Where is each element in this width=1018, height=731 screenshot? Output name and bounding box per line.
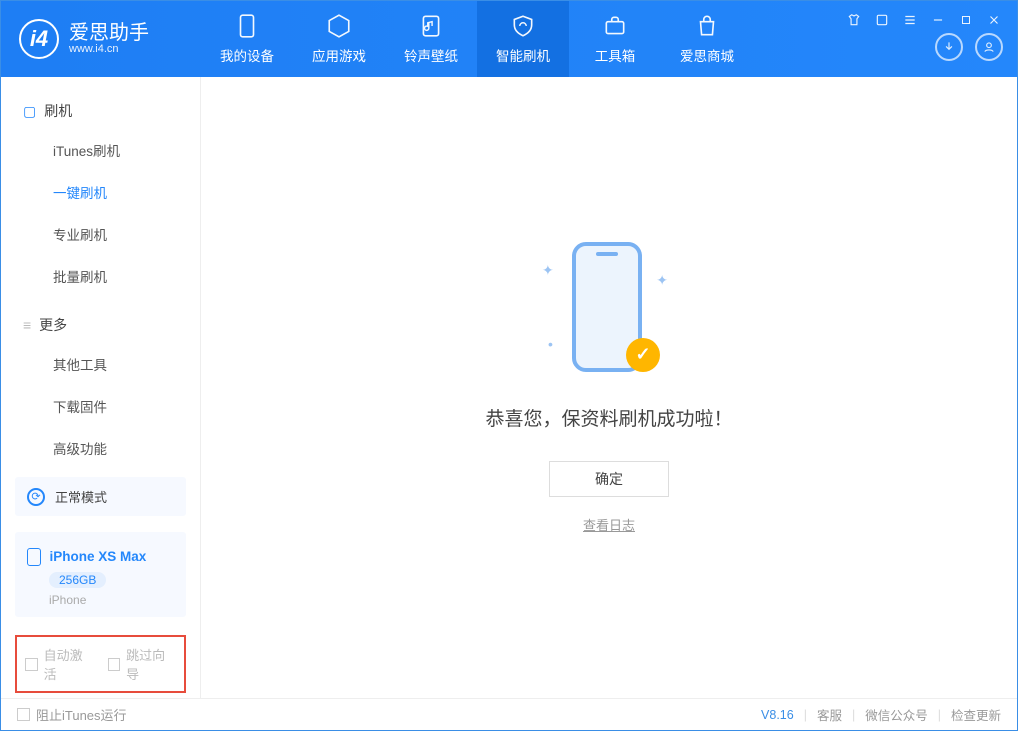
tab-label: 工具箱 (595, 45, 636, 65)
tab-smart-flash[interactable]: 智能刷机 (477, 1, 569, 77)
checkbox-block-itunes[interactable]: 阻止iTunes运行 (17, 705, 127, 724)
footer-link-update[interactable]: 检查更新 (951, 705, 1001, 724)
tab-my-device[interactable]: 我的设备 (201, 1, 293, 77)
sidebar-item-itunes-flash[interactable]: iTunes刷机 (1, 129, 200, 171)
app-logo-icon: i4 (19, 19, 59, 59)
tab-toolbox[interactable]: 工具箱 (569, 1, 661, 77)
success-message: 恭喜您，保资料刷机成功啦！ (485, 404, 732, 431)
close-button[interactable] (985, 11, 1003, 29)
checkbox-icon (108, 658, 121, 671)
minimize-button[interactable] (929, 11, 947, 29)
checkbox-auto-activate[interactable]: 自动激活 (25, 645, 94, 683)
footer-link-wechat[interactable]: 微信公众号 (865, 705, 928, 724)
device-box[interactable]: iPhone XS Max 256GB iPhone (15, 532, 186, 617)
feedback-icon[interactable] (873, 11, 891, 29)
mode-label: 正常模式 (55, 487, 107, 506)
sidebar-item-pro-flash[interactable]: 专业刷机 (1, 213, 200, 255)
sidebar-item-oneclick-flash[interactable]: 一键刷机 (1, 171, 200, 213)
refresh-shield-icon (510, 13, 536, 39)
body: ▢ 刷机 iTunes刷机 一键刷机 专业刷机 批量刷机 ≡ 更多 其他工具 下… (1, 77, 1017, 698)
sparkle-icon: • (548, 336, 553, 352)
tab-store[interactable]: 爱思商城 (661, 1, 753, 77)
tab-label: 铃声壁纸 (404, 45, 458, 65)
options-highlight-box: 自动激活 跳过向导 (15, 635, 186, 693)
device-icon (234, 13, 260, 39)
sidebar-item-batch-flash[interactable]: 批量刷机 (1, 255, 200, 297)
storage-badge: 256GB (49, 572, 106, 588)
logo-area: i4 爱思助手 www.i4.cn (1, 19, 201, 59)
download-button[interactable] (935, 33, 963, 61)
sparkle-icon: ✦ (656, 272, 668, 289)
group-title: 更多 (39, 315, 67, 335)
bag-icon (694, 13, 720, 39)
phone-icon: ▢ (23, 103, 36, 120)
header: i4 爱思助手 www.i4.cn 我的设备 应用游戏 铃声壁纸 智能刷机 工具… (1, 1, 1017, 77)
checkbox-label: 阻止iTunes运行 (36, 705, 127, 724)
menu-icon[interactable] (901, 11, 919, 29)
cube-icon (326, 13, 352, 39)
checkbox-label: 自动激活 (44, 645, 94, 683)
tab-label: 我的设备 (220, 45, 274, 65)
main-content: ✦ ✦ • ✓ 恭喜您，保资料刷机成功啦！ 确定 查看日志 (201, 77, 1017, 698)
sidebar-group-more: ≡ 更多 (1, 307, 200, 343)
version-label: V8.16 (761, 708, 794, 722)
checkbox-icon (25, 658, 38, 671)
device-type: iPhone (49, 593, 174, 607)
confirm-button[interactable]: 确定 (549, 461, 669, 497)
footer: 阻止iTunes运行 V8.16 | 客服 | 微信公众号 | 检查更新 (1, 698, 1017, 730)
success-illustration: ✦ ✦ • ✓ (554, 242, 664, 382)
sidebar-group-flash: ▢ 刷机 (1, 93, 200, 129)
sidebar: ▢ 刷机 iTunes刷机 一键刷机 专业刷机 批量刷机 ≡ 更多 其他工具 下… (1, 77, 201, 698)
checkbox-label: 跳过向导 (126, 645, 176, 683)
toolbox-icon (602, 13, 628, 39)
sync-icon: ⟳ (27, 488, 45, 506)
tab-label: 应用游戏 (312, 45, 366, 65)
sidebar-item-download-firmware[interactable]: 下载固件 (1, 385, 200, 427)
music-file-icon (418, 13, 444, 39)
mode-box: ⟳ 正常模式 (15, 477, 186, 516)
logo-text: 爱思助手 www.i4.cn (69, 23, 149, 55)
window-controls (935, 11, 1003, 61)
group-title: 刷机 (44, 101, 72, 121)
list-icon: ≡ (23, 317, 31, 333)
device-name: iPhone XS Max (49, 549, 146, 564)
footer-link-service[interactable]: 客服 (817, 705, 842, 724)
device-icon (27, 548, 41, 566)
maximize-button[interactable] (957, 11, 975, 29)
sidebar-item-advanced[interactable]: 高级功能 (1, 427, 200, 469)
tab-ringtone-wallpaper[interactable]: 铃声壁纸 (385, 1, 477, 77)
checkbox-skip-guide[interactable]: 跳过向导 (108, 645, 177, 683)
sidebar-item-other-tools[interactable]: 其他工具 (1, 343, 200, 385)
app-name: 爱思助手 (69, 23, 149, 43)
nav-tabs: 我的设备 应用游戏 铃声壁纸 智能刷机 工具箱 爱思商城 (201, 1, 753, 77)
tab-label: 爱思商城 (680, 45, 734, 65)
check-badge-icon: ✓ (626, 338, 660, 372)
account-button[interactable] (975, 33, 1003, 61)
sparkle-icon: ✦ (542, 262, 554, 279)
tshirt-icon[interactable] (845, 11, 863, 29)
tab-apps-games[interactable]: 应用游戏 (293, 1, 385, 77)
view-log-link[interactable]: 查看日志 (583, 515, 635, 534)
tab-label: 智能刷机 (496, 45, 550, 65)
checkbox-icon (17, 708, 30, 721)
app-url: www.i4.cn (69, 43, 149, 55)
